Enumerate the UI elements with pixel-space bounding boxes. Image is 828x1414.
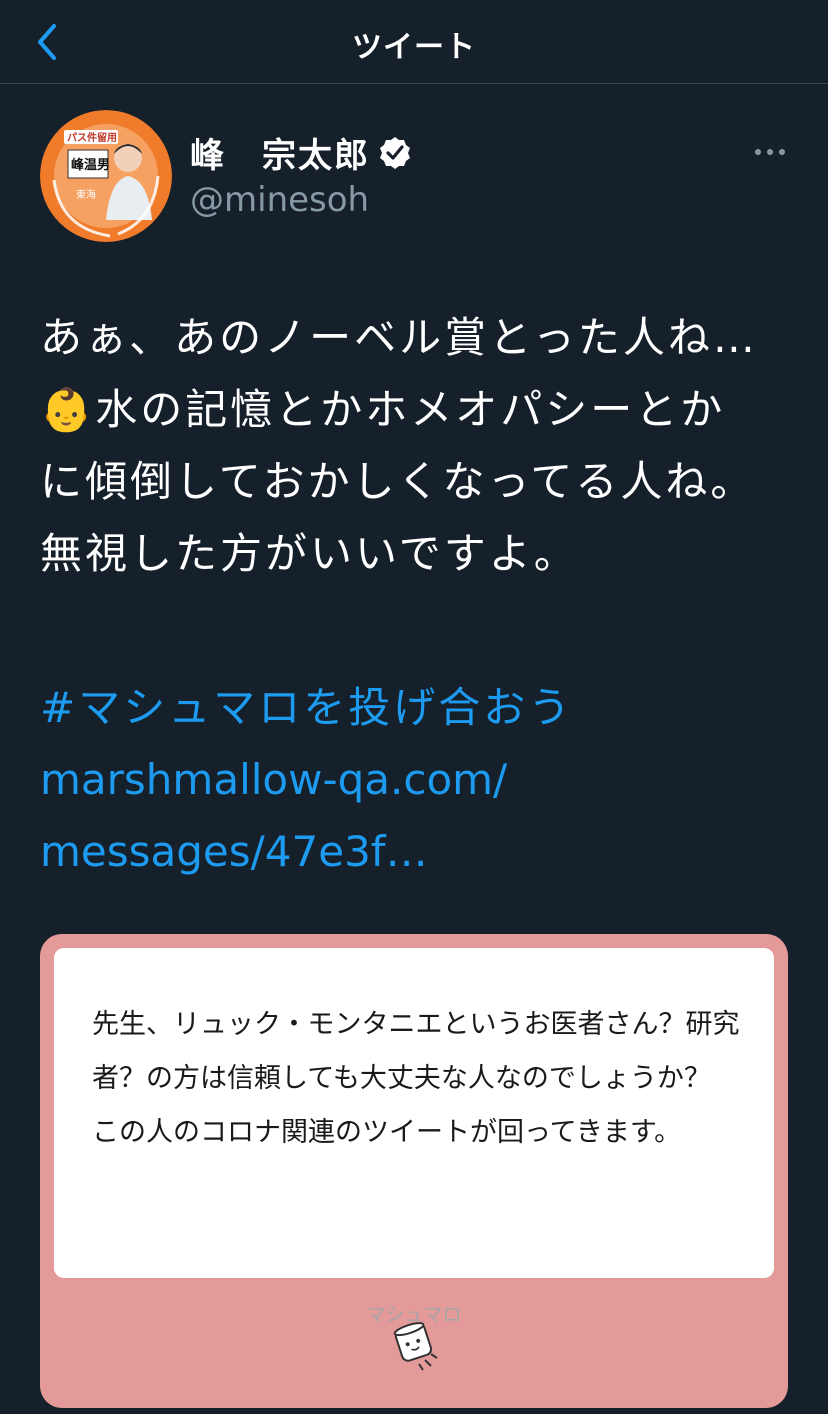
top-nav-bar: ツイート xyxy=(0,0,828,84)
author-name-row[interactable]: 峰 宗太郎 xyxy=(190,128,412,176)
question-panel: 先生、リュック・モンタニエというお医者さん？研究者？の方は信頼しても大丈夫な人な… xyxy=(54,948,774,1278)
verified-badge-icon xyxy=(380,137,410,169)
avatar-badge-line-1: パス件留用 xyxy=(67,131,117,144)
author-handle[interactable]: @minesoh xyxy=(190,180,369,220)
marshmallow-mascot-icon xyxy=(393,1322,438,1371)
tweet-url-link[interactable]: marshmallow-qa.com/ messages/47e3f… xyxy=(40,744,760,888)
tweet-hashtag-link[interactable]: #マシュマロを投げ合おう xyxy=(40,672,573,744)
more-options-icon[interactable] xyxy=(752,138,788,166)
author-name[interactable]: 峰 宗太郎 xyxy=(190,128,370,177)
page-title: ツイート xyxy=(352,30,476,65)
avatar-badge-line-2: 峰温男 xyxy=(71,157,110,173)
avatar[interactable]: パス件留用 峰温男 東海 xyxy=(40,110,172,242)
question-text: 先生、リュック・モンタニエというお医者さん？研究者？の方は信頼しても大丈夫な人な… xyxy=(92,1009,740,1148)
avatar-badge-line-3: 東海 xyxy=(76,188,96,201)
marshmallow-card[interactable]: 先生、リュック・モンタニエというお医者さん？研究者？の方は信頼しても大丈夫な人な… xyxy=(40,934,788,1408)
tweet-text: あぁ、あのノーベル賞とった人ね…👶水の記憶とかホメオパシーとかに傾倒しておかしく… xyxy=(40,313,758,578)
